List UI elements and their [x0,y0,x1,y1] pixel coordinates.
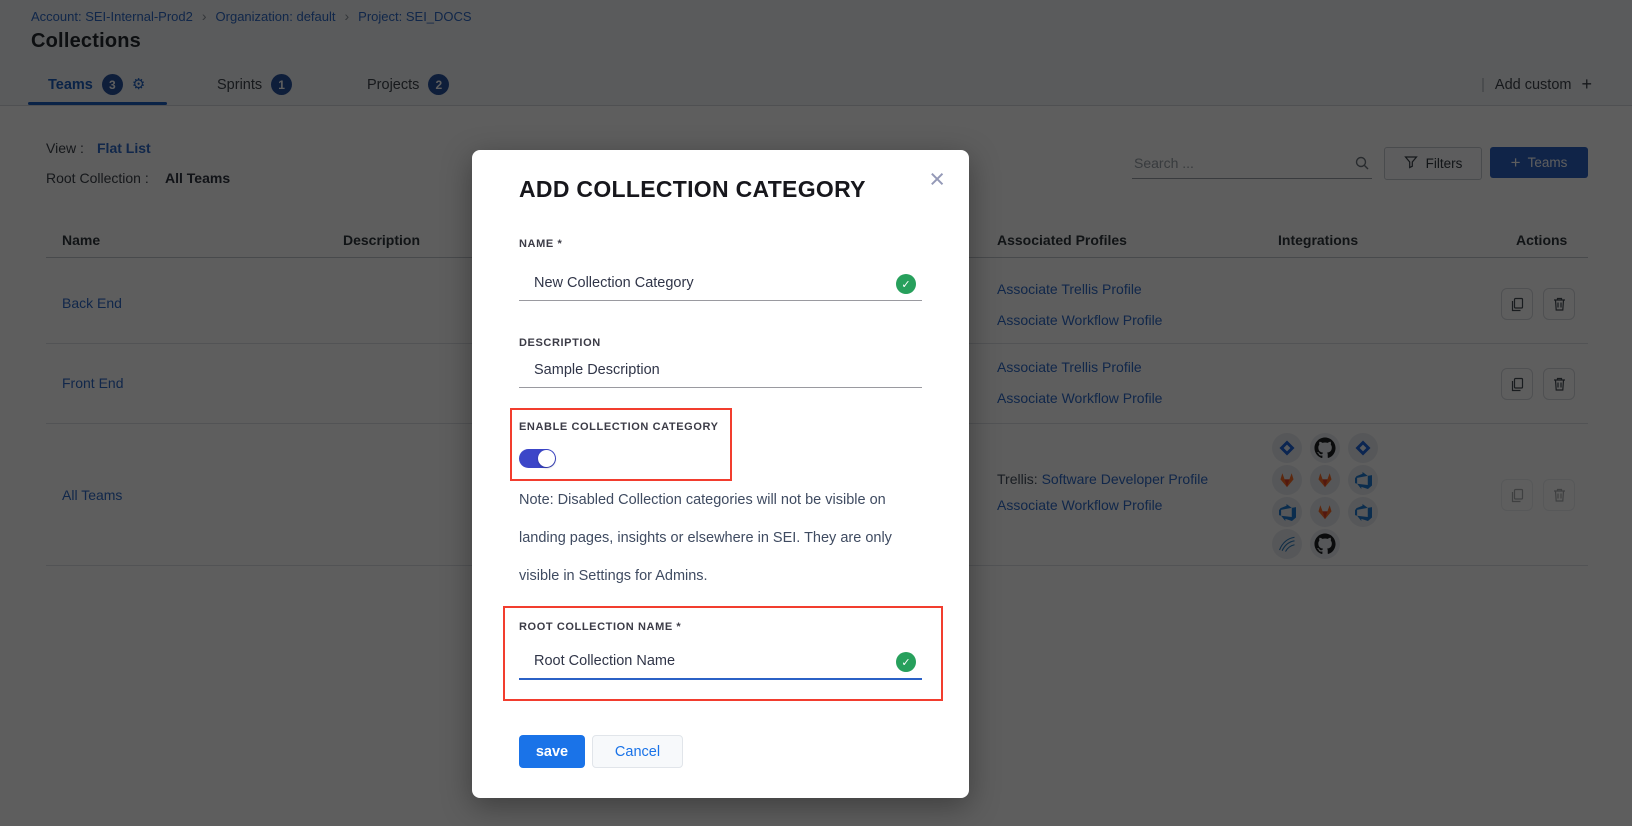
toggle-knob [538,450,555,467]
root-collection-name-field [519,646,922,680]
valid-check-icon: ✓ [896,652,916,672]
name-label: NAME * [519,238,562,250]
disabled-note-text: Note: Disabled Collection categories wil… [519,481,911,595]
dialog-title: ADD COLLECTION CATEGORY [519,176,866,203]
add-collection-category-dialog: ADD COLLECTION CATEGORY × NAME * ✓ DESCR… [472,150,969,798]
name-field [519,268,922,301]
enable-collection-category-label: ENABLE COLLECTION CATEGORY [519,421,719,433]
description-input[interactable] [532,361,876,379]
valid-check-icon: ✓ [896,274,916,294]
root-collection-name-label: ROOT COLLECTION NAME * [519,621,681,633]
cancel-button[interactable]: Cancel [592,735,683,768]
save-button[interactable]: save [519,735,585,768]
description-label: DESCRIPTION [519,337,601,349]
highlight-box-enable-toggle [510,408,732,481]
description-field [519,355,922,388]
close-icon[interactable]: × [929,166,945,193]
enable-collection-category-toggle[interactable] [519,449,556,468]
root-collection-name-input[interactable] [532,652,876,670]
name-input[interactable] [532,274,876,292]
app-canvas: Account: SEI-Internal-Prod2 › Organizati… [0,0,1632,826]
